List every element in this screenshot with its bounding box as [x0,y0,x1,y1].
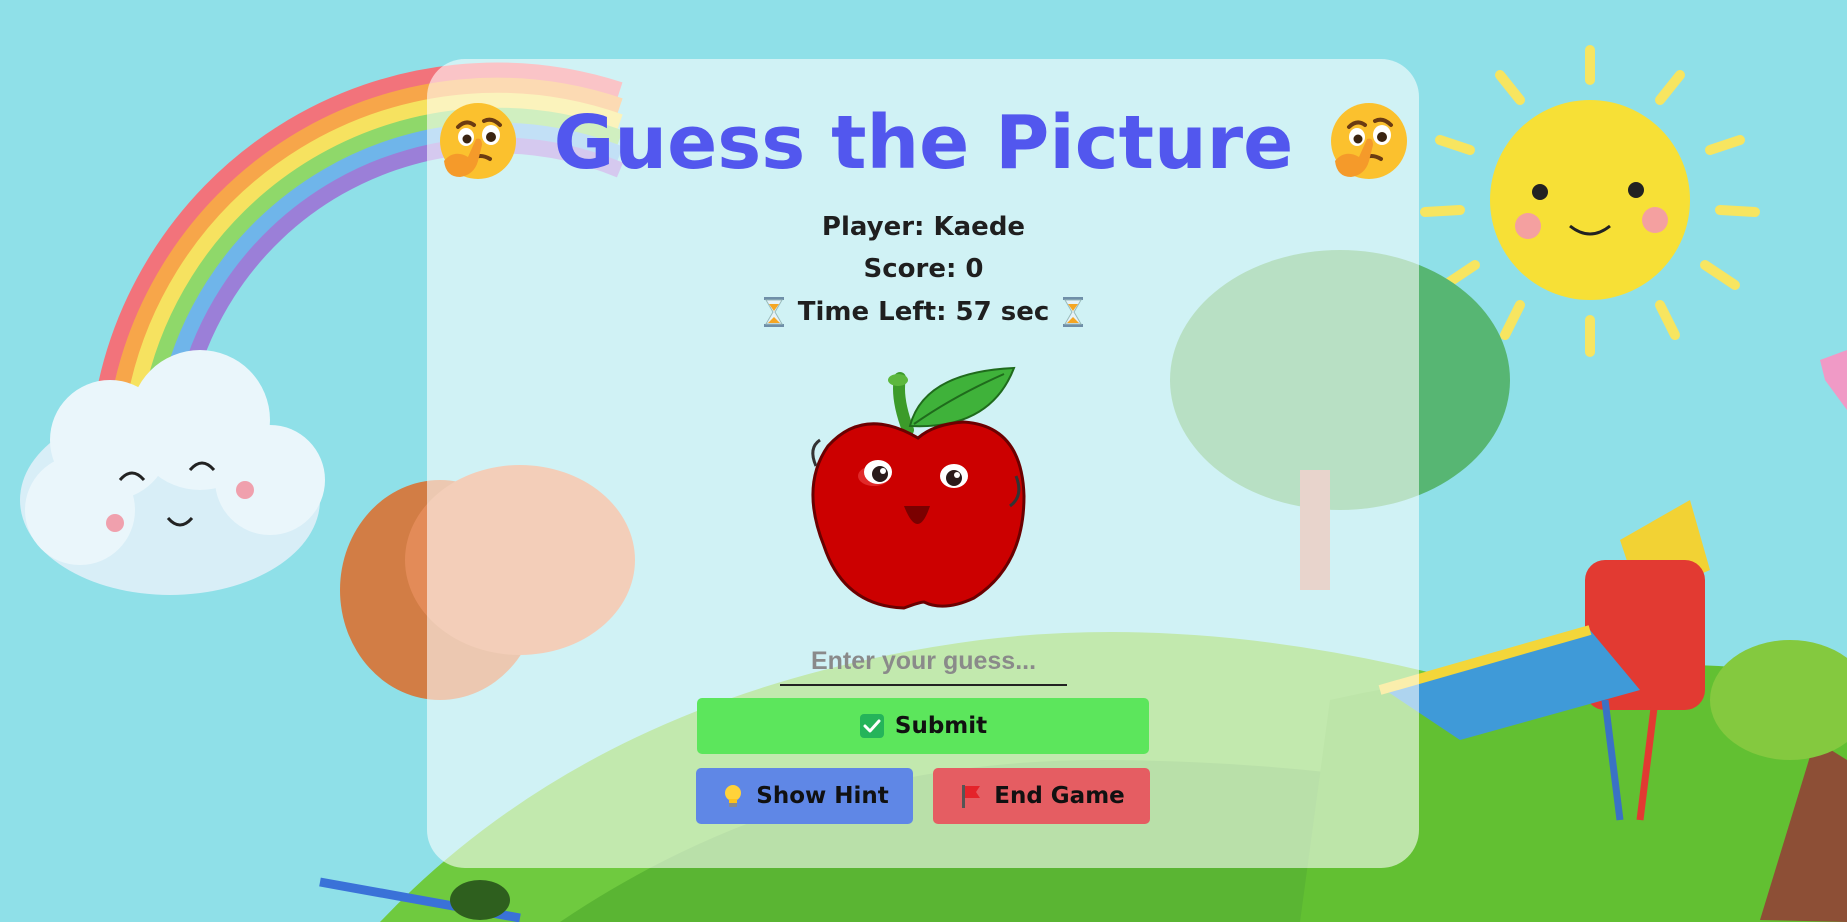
guess-field[interactable] [780,638,1067,686]
red-flag-icon [962,785,981,808]
cartoon-apple-image [811,366,1026,610]
show-hint-button[interactable]: Show Hint [696,768,913,824]
submit-button[interactable]: Submit [697,698,1149,754]
hourglass-icon [1063,297,1084,327]
thinking-face-icon [1331,103,1408,179]
hourglass-icon [763,297,784,327]
title-row: Guess the Picture [0,100,1847,186]
game-title: Guess the Picture [553,100,1294,186]
guess-input[interactable] [780,638,1067,684]
submit-label: Submit [894,713,988,739]
end-game-label: End Game [994,783,1125,809]
light-bulb-icon [725,785,742,807]
end-game-button[interactable]: End Game [933,768,1150,824]
score-display: Score: 0 [863,254,984,284]
time-left-text: Time Left: 57 sec [797,297,1050,327]
show-hint-label: Show Hint [756,783,889,809]
player-name: Player: Kaede [821,212,1026,242]
thinking-face-icon [439,103,516,179]
check-box-icon [859,714,884,738]
time-left: Time Left: 57 sec [0,296,1847,328]
